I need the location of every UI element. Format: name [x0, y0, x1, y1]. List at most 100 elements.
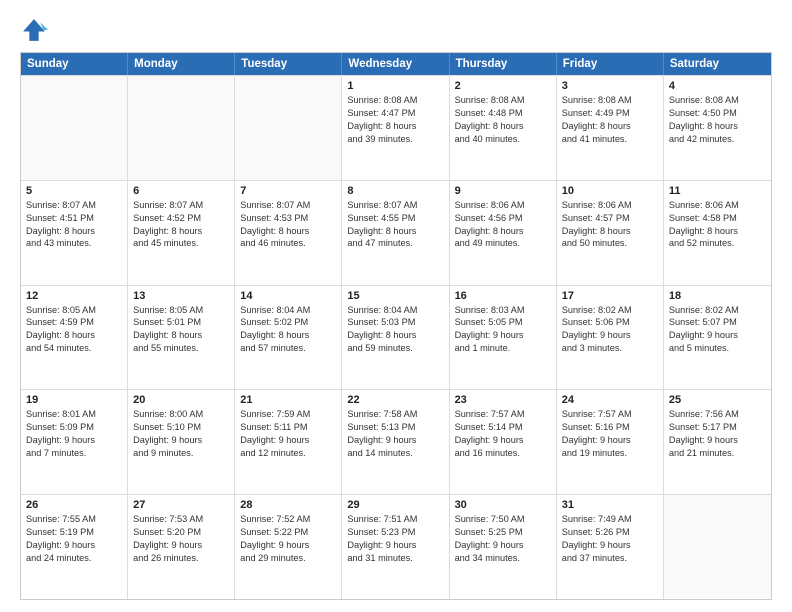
daylight-minutes-text: and 43 minutes. [26, 237, 122, 250]
table-row [235, 76, 342, 180]
daylight-hours-text: Daylight: 8 hours [562, 120, 658, 133]
sunset-text: Sunset: 4:59 PM [26, 316, 122, 329]
day-number: 7 [240, 185, 336, 197]
sunset-text: Sunset: 4:47 PM [347, 107, 443, 120]
table-row: 28Sunrise: 7:52 AMSunset: 5:22 PMDayligh… [235, 495, 342, 599]
day-number: 5 [26, 185, 122, 197]
day-number: 28 [240, 499, 336, 511]
day-number: 6 [133, 185, 229, 197]
sunset-text: Sunset: 5:16 PM [562, 421, 658, 434]
daylight-hours-text: Daylight: 8 hours [347, 225, 443, 238]
daylight-minutes-text: and 5 minutes. [669, 342, 766, 355]
daylight-minutes-text: and 49 minutes. [455, 237, 551, 250]
daylight-minutes-text: and 50 minutes. [562, 237, 658, 250]
daylight-minutes-text: and 57 minutes. [240, 342, 336, 355]
daylight-minutes-text: and 52 minutes. [669, 237, 766, 250]
header-day-wednesday: Wednesday [342, 53, 449, 75]
day-number: 4 [669, 80, 766, 92]
table-row: 20Sunrise: 8:00 AMSunset: 5:10 PMDayligh… [128, 390, 235, 494]
sunrise-text: Sunrise: 7:52 AM [240, 513, 336, 526]
sunrise-text: Sunrise: 8:03 AM [455, 304, 551, 317]
sunrise-text: Sunrise: 8:05 AM [133, 304, 229, 317]
table-row: 17Sunrise: 8:02 AMSunset: 5:06 PMDayligh… [557, 286, 664, 390]
daylight-minutes-text: and 19 minutes. [562, 447, 658, 460]
daylight-hours-text: Daylight: 9 hours [455, 329, 551, 342]
daylight-minutes-text: and 21 minutes. [669, 447, 766, 460]
calendar-header: SundayMondayTuesdayWednesdayThursdayFrid… [21, 53, 771, 75]
daylight-hours-text: Daylight: 9 hours [347, 434, 443, 447]
day-number: 29 [347, 499, 443, 511]
sunset-text: Sunset: 4:56 PM [455, 212, 551, 225]
header-day-tuesday: Tuesday [235, 53, 342, 75]
daylight-hours-text: Daylight: 8 hours [240, 329, 336, 342]
day-number: 27 [133, 499, 229, 511]
table-row: 16Sunrise: 8:03 AMSunset: 5:05 PMDayligh… [450, 286, 557, 390]
sunrise-text: Sunrise: 7:50 AM [455, 513, 551, 526]
day-number: 23 [455, 394, 551, 406]
daylight-minutes-text: and 45 minutes. [133, 237, 229, 250]
sunset-text: Sunset: 5:13 PM [347, 421, 443, 434]
daylight-hours-text: Daylight: 8 hours [133, 329, 229, 342]
day-number: 15 [347, 290, 443, 302]
day-number: 24 [562, 394, 658, 406]
daylight-minutes-text: and 34 minutes. [455, 552, 551, 565]
calendar: SundayMondayTuesdayWednesdayThursdayFrid… [20, 52, 772, 600]
daylight-hours-text: Daylight: 9 hours [240, 539, 336, 552]
daylight-minutes-text: and 41 minutes. [562, 133, 658, 146]
daylight-hours-text: Daylight: 8 hours [347, 120, 443, 133]
sunrise-text: Sunrise: 8:08 AM [669, 94, 766, 107]
day-number: 12 [26, 290, 122, 302]
daylight-minutes-text: and 55 minutes. [133, 342, 229, 355]
daylight-minutes-text: and 7 minutes. [26, 447, 122, 460]
daylight-hours-text: Daylight: 9 hours [133, 539, 229, 552]
sunset-text: Sunset: 5:17 PM [669, 421, 766, 434]
table-row: 19Sunrise: 8:01 AMSunset: 5:09 PMDayligh… [21, 390, 128, 494]
table-row: 7Sunrise: 8:07 AMSunset: 4:53 PMDaylight… [235, 181, 342, 285]
sunrise-text: Sunrise: 7:59 AM [240, 408, 336, 421]
sunset-text: Sunset: 5:09 PM [26, 421, 122, 434]
table-row: 27Sunrise: 7:53 AMSunset: 5:20 PMDayligh… [128, 495, 235, 599]
sunset-text: Sunset: 4:51 PM [26, 212, 122, 225]
sunset-text: Sunset: 5:26 PM [562, 526, 658, 539]
header [20, 16, 772, 44]
day-number: 11 [669, 185, 766, 197]
sunrise-text: Sunrise: 8:02 AM [669, 304, 766, 317]
daylight-hours-text: Daylight: 8 hours [562, 225, 658, 238]
daylight-minutes-text: and 59 minutes. [347, 342, 443, 355]
sunrise-text: Sunrise: 8:05 AM [26, 304, 122, 317]
day-number: 20 [133, 394, 229, 406]
daylight-hours-text: Daylight: 8 hours [26, 225, 122, 238]
sunset-text: Sunset: 5:23 PM [347, 526, 443, 539]
sunrise-text: Sunrise: 8:07 AM [26, 199, 122, 212]
daylight-hours-text: Daylight: 8 hours [669, 120, 766, 133]
sunset-text: Sunset: 5:10 PM [133, 421, 229, 434]
week-row-2: 12Sunrise: 8:05 AMSunset: 4:59 PMDayligh… [21, 285, 771, 390]
table-row: 30Sunrise: 7:50 AMSunset: 5:25 PMDayligh… [450, 495, 557, 599]
table-row: 9Sunrise: 8:06 AMSunset: 4:56 PMDaylight… [450, 181, 557, 285]
sunrise-text: Sunrise: 8:06 AM [455, 199, 551, 212]
daylight-hours-text: Daylight: 9 hours [669, 329, 766, 342]
sunrise-text: Sunrise: 8:04 AM [240, 304, 336, 317]
sunset-text: Sunset: 4:57 PM [562, 212, 658, 225]
table-row: 1Sunrise: 8:08 AMSunset: 4:47 PMDaylight… [342, 76, 449, 180]
sunrise-text: Sunrise: 8:07 AM [347, 199, 443, 212]
daylight-minutes-text: and 31 minutes. [347, 552, 443, 565]
table-row: 6Sunrise: 8:07 AMSunset: 4:52 PMDaylight… [128, 181, 235, 285]
day-number: 8 [347, 185, 443, 197]
week-row-4: 26Sunrise: 7:55 AMSunset: 5:19 PMDayligh… [21, 494, 771, 599]
table-row: 4Sunrise: 8:08 AMSunset: 4:50 PMDaylight… [664, 76, 771, 180]
sunset-text: Sunset: 5:05 PM [455, 316, 551, 329]
sunrise-text: Sunrise: 8:06 AM [669, 199, 766, 212]
sunrise-text: Sunrise: 8:02 AM [562, 304, 658, 317]
daylight-hours-text: Daylight: 9 hours [669, 434, 766, 447]
day-number: 10 [562, 185, 658, 197]
table-row: 13Sunrise: 8:05 AMSunset: 5:01 PMDayligh… [128, 286, 235, 390]
daylight-minutes-text: and 1 minute. [455, 342, 551, 355]
sunrise-text: Sunrise: 8:08 AM [455, 94, 551, 107]
daylight-minutes-text: and 39 minutes. [347, 133, 443, 146]
sunset-text: Sunset: 4:48 PM [455, 107, 551, 120]
sunrise-text: Sunrise: 8:01 AM [26, 408, 122, 421]
day-number: 2 [455, 80, 551, 92]
table-row: 10Sunrise: 8:06 AMSunset: 4:57 PMDayligh… [557, 181, 664, 285]
sunrise-text: Sunrise: 7:56 AM [669, 408, 766, 421]
